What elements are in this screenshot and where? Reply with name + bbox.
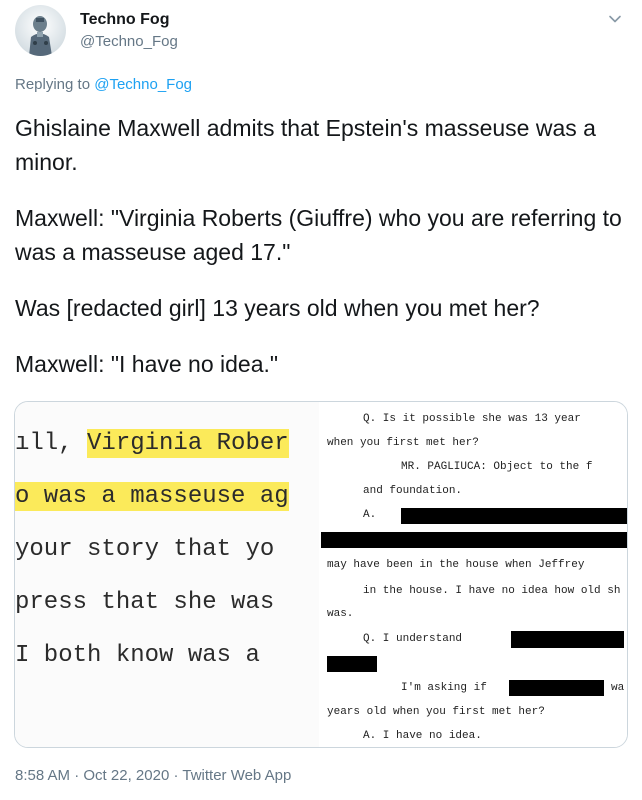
transcript-line: years old when you first met her? xyxy=(327,706,545,718)
tweet-source[interactable]: Twitter Web App xyxy=(182,767,291,784)
separator: · xyxy=(70,767,84,784)
transcript-line: may have been in the house when Jeffrey xyxy=(327,559,585,571)
media-image-right[interactable]: Q. Is it possible she was 13 year when y… xyxy=(321,402,627,747)
transcript-line: A. I have no idea. xyxy=(363,730,482,742)
display-name[interactable]: Techno Fog xyxy=(80,11,169,29)
redaction-bar xyxy=(511,631,624,648)
transcript-line: I'm asking if xyxy=(401,682,487,694)
excerpt-line: I both know was a xyxy=(15,642,260,669)
reply-prefix: Replying to xyxy=(15,76,95,93)
user-handle[interactable]: @Techno_Fog xyxy=(80,33,178,50)
transcript-line: and foundation. xyxy=(363,485,463,497)
chevron-down-icon[interactable] xyxy=(606,10,624,28)
redaction-bar xyxy=(327,656,377,672)
transcript-line: was. xyxy=(327,608,354,620)
tweet-timestamp: 8:58 AM · Oct 22, 2020 · Twitter Web App xyxy=(15,767,291,784)
tweet-paragraph: Ghislaine Maxwell admits that Epstein's … xyxy=(15,115,596,175)
redaction-bar xyxy=(321,532,627,548)
tweet-media[interactable]: ıll, Virginia Rober o was a masseuse ag … xyxy=(14,401,628,748)
reply-mention-link[interactable]: @Techno_Fog xyxy=(94,76,192,93)
tweet-time[interactable]: 8:58 AM xyxy=(15,767,70,784)
excerpt-line: ıll, Virginia Rober xyxy=(15,429,289,458)
excerpt-line: o was a masseuse ag xyxy=(15,482,289,511)
robot-avatar-icon xyxy=(29,16,52,56)
transcript-line: Q. I understand xyxy=(363,633,463,645)
avatar[interactable] xyxy=(15,5,66,56)
transcript-line: in the house. I have no idea how old sh xyxy=(363,585,621,597)
tweet-paragraph: Was [redacted girl] 13 years old when yo… xyxy=(15,295,540,321)
redaction-bar xyxy=(509,680,604,696)
transcript-line: wa xyxy=(611,682,625,694)
tweet-text: Ghislaine Maxwell admits that Epstein's … xyxy=(15,111,630,381)
transcript-line: when you first met her? xyxy=(327,437,479,449)
excerpt-line: your story that yo xyxy=(15,536,275,563)
transcript-line: A. xyxy=(363,509,377,521)
highlighted-text: o was a masseuse ag xyxy=(15,482,289,511)
tweet-paragraph: Maxwell: "I have no idea." xyxy=(15,351,279,377)
highlighted-text: Virginia Rober xyxy=(87,429,289,458)
media-image-left[interactable]: ıll, Virginia Rober o was a masseuse ag … xyxy=(15,402,319,747)
tweet-date[interactable]: Oct 22, 2020 xyxy=(83,767,169,784)
separator: · xyxy=(169,767,183,784)
redaction-bar xyxy=(401,508,627,524)
tweet-paragraph: Maxwell: "Virginia Roberts (Giuffre) who… xyxy=(15,205,622,265)
transcript-line: MR. PAGLIUCA: Object to the f xyxy=(401,461,593,473)
reply-context: Replying to @Techno_Fog xyxy=(15,76,192,93)
excerpt-line: press that she was xyxy=(15,589,275,616)
transcript-line: Q. Is it possible she was 13 year xyxy=(363,413,581,425)
